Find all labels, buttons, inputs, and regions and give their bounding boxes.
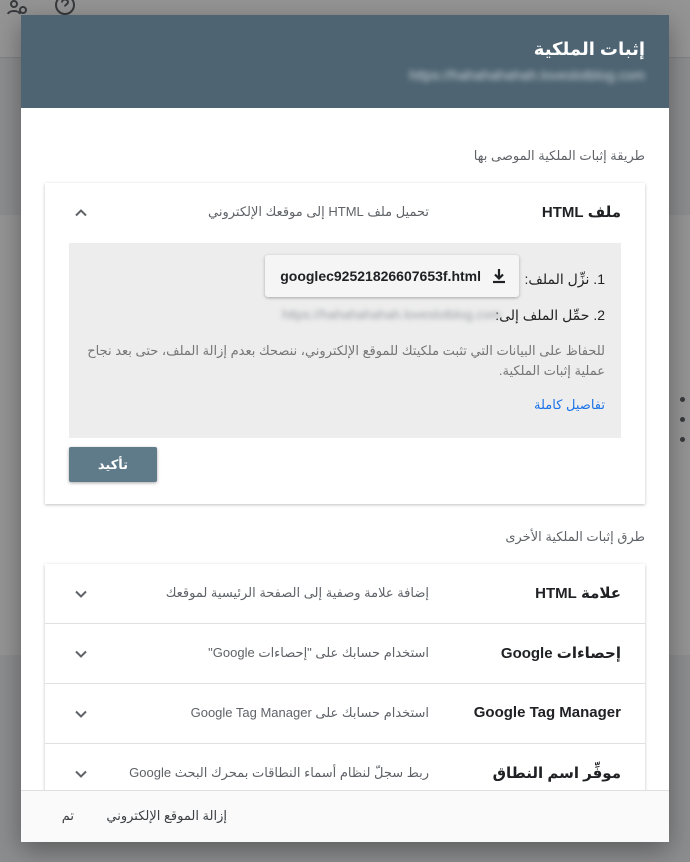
keep-file-note: للحفاظ على البيانات التي تثبت ملكيتك للم… (87, 343, 605, 378)
dialog-header: إثبات الملكية https://hahahahahah.lovesl… (21, 15, 669, 108)
method-title: ملف HTML (541, 204, 621, 221)
method-title: إحصاءات Google (500, 645, 621, 662)
download-file-button[interactable]: googlec92521826607653f.html (265, 255, 519, 297)
html-file-instructions: 1. نزِّل الملف: googlec92521826607653f.h… (69, 243, 621, 438)
chevron-down-icon[interactable] (71, 584, 91, 604)
upload-target-url: https://hahahahahah.loveslotblog.com (282, 307, 501, 322)
method-description: ربط سجلّ لنظام أسماء النطاقات بمحرك البح… (129, 765, 429, 780)
html-file-method-header[interactable]: ملف HTML تحميل ملف HTML إلى موقعك الإلكت… (45, 183, 645, 243)
dialog-footer: إزالة الموقع الإلكتروني تم (21, 790, 669, 842)
step1-label: 1. نزِّل الملف: (524, 271, 605, 287)
remove-site-button[interactable]: إزالة الموقع الإلكتروني (106, 808, 227, 824)
method-title: علامة HTML (535, 585, 621, 602)
download-icon (489, 266, 509, 286)
method-domain-provider[interactable]: موفِّر اسم النطاق ربط سجلّ لنظام أسماء ا… (45, 744, 645, 790)
chevron-down-icon[interactable] (71, 704, 91, 724)
chevron-down-icon[interactable] (71, 764, 91, 784)
full-details-link[interactable]: تفاصيل كاملة (534, 397, 605, 413)
dialog-title: إثبات الملكية (533, 39, 645, 59)
method-title: موفِّر اسم النطاق (492, 765, 621, 782)
method-google-analytics[interactable]: إحصاءات Google استخدام حسابك على "إحصاءا… (45, 624, 645, 684)
dialog-body: طريقة إثبات الملكية الموصى بها ملف HTML … (21, 108, 669, 790)
step2-label: 2. حمِّل الملف إلى: (495, 307, 605, 323)
method-html-tag[interactable]: علامة HTML إضافة علامة وصفية إلى الصفحة … (45, 564, 645, 624)
method-title: Google Tag Manager (473, 704, 621, 721)
dialog-property-url: https://hahahahahah.loveslotblog.com (409, 67, 645, 83)
other-methods-card: علامة HTML إضافة علامة وصفية إلى الصفحة … (45, 564, 645, 790)
download-filename: googlec92521826607653f.html (280, 268, 481, 284)
ownership-verification-dialog: إثبات الملكية https://hahahahahah.lovesl… (21, 15, 669, 842)
method-google-tag-manager[interactable]: Google Tag Manager استخدام حسابك على Goo… (45, 684, 645, 744)
done-button[interactable]: تم (62, 808, 74, 824)
method-description: استخدام حسابك على Google Tag Manager (190, 705, 429, 720)
recommended-method-card: ملف HTML تحميل ملف HTML إلى موقعك الإلكت… (45, 183, 645, 504)
recommended-section-label: طريقة إثبات الملكية الموصى بها (473, 148, 645, 163)
confirm-button[interactable]: تأكيد (69, 447, 157, 482)
chevron-up-icon[interactable] (71, 203, 91, 223)
method-description: استخدام حسابك على "إحصاءات Google" (208, 645, 429, 660)
method-description: تحميل ملف HTML إلى موقعك الإلكتروني (208, 204, 429, 219)
chevron-down-icon[interactable] (71, 644, 91, 664)
other-methods-section-label: طرق إثبات الملكية الأخرى (505, 529, 645, 544)
method-description: إضافة علامة وصفية إلى الصفحة الرئيسية لم… (165, 585, 429, 600)
